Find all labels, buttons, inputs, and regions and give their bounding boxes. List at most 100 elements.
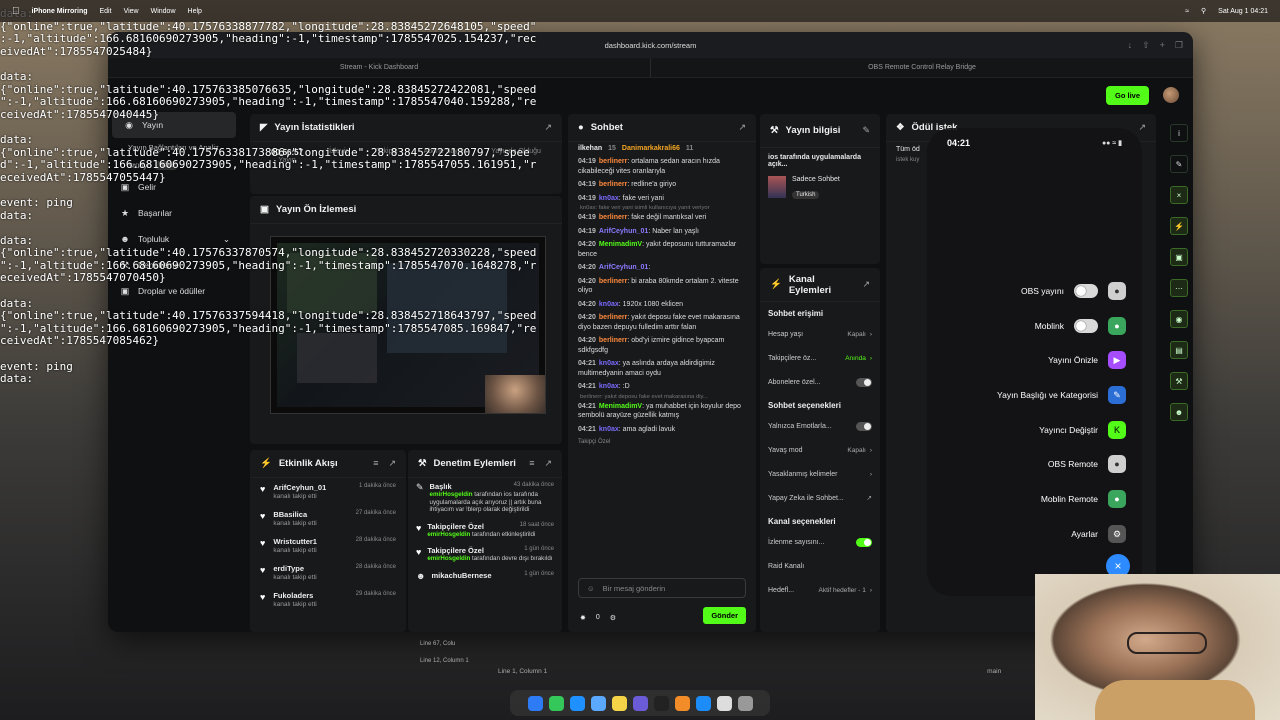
pencil-icon[interactable]: ✎	[1170, 155, 1188, 173]
settings-icon[interactable]: ⚙	[610, 614, 616, 622]
document-icon[interactable]	[716, 695, 732, 711]
message-user[interactable]: kn0ax	[599, 383, 619, 390]
safari-icon[interactable]	[569, 695, 585, 711]
download-icon[interactable]: ↓	[1128, 40, 1133, 51]
banned-words-setting[interactable]: Yasaklanmış kelimeler ›	[760, 462, 880, 486]
watch-time-toggle[interactable]	[856, 537, 872, 547]
share-icon[interactable]: ⇧	[1142, 40, 1150, 51]
sidebar-item-connections[interactable]: Yayın Bağlantıları ve Analiz	[108, 138, 240, 156]
message-user[interactable]: ArifCeyhun_01	[599, 228, 648, 235]
obs-stream-toggle[interactable]	[1074, 284, 1098, 298]
account-age-setting[interactable]: Hesap yaşı Kapalı ›	[760, 322, 880, 346]
wrench-icon[interactable]: ⚒	[1170, 372, 1188, 390]
sidebar-item-achievements[interactable]: ★ Başarılar	[108, 200, 240, 226]
sublime-icon[interactable]	[674, 695, 690, 711]
mail-icon[interactable]	[590, 695, 606, 711]
wifi-icon[interactable]: ≈	[1185, 8, 1189, 15]
tab-kick-dashboard[interactable]: Stream - Kick Dashboard	[108, 58, 650, 77]
stream-preview-video[interactable]	[270, 236, 546, 414]
ai-chat-setting[interactable]: Yapay Zeka ile Sohbet... ↗	[760, 486, 880, 510]
moderator-name[interactable]: emirHosgeldin	[427, 555, 470, 562]
trash-icon[interactable]	[737, 695, 753, 711]
message-user[interactable]: berlinerr	[599, 278, 627, 285]
follower-name[interactable]: Fukoladers	[273, 591, 316, 600]
chat-icon[interactable]: ⋯	[1170, 279, 1188, 297]
sidebar-item-studio[interactable]: Stüdyo Beta	[108, 156, 240, 174]
message-user[interactable]: kn0ax	[599, 195, 619, 202]
follower-name[interactable]: BBasilica	[273, 510, 316, 519]
emote-picker-icon[interactable]: ✸	[580, 614, 586, 622]
filter-icon[interactable]: ≡	[373, 458, 378, 469]
menu-app-name[interactable]: iPhone Mirroring	[32, 8, 88, 15]
new-tab-icon[interactable]: +	[1160, 40, 1165, 51]
subs-only-toggle[interactable]	[856, 377, 872, 387]
layout-icon[interactable]: ▤	[1170, 341, 1188, 359]
menu-item-preview[interactable]: Yayını Önizle ▶	[1048, 351, 1126, 369]
finder-icon[interactable]	[527, 695, 543, 711]
category-name[interactable]: Sadece Sohbet	[792, 176, 840, 183]
top-chatter-name[interactable]: ilkehan	[578, 145, 602, 152]
popout-icon[interactable]: ↗	[388, 458, 396, 469]
menu-item-settings[interactable]: Ayarlar ⚙	[1071, 525, 1126, 543]
sidebar-item-income[interactable]: ▣ Gelir	[108, 174, 240, 200]
follower-name[interactable]: erdiType	[273, 564, 316, 573]
app-store-icon[interactable]	[695, 695, 711, 711]
message-user[interactable]: berlinerr	[599, 181, 627, 188]
send-button[interactable]: Gönder	[703, 607, 746, 624]
moderator-name[interactable]: emirHosgeldin	[430, 491, 473, 498]
message-user[interactable]: MenimadimV	[599, 403, 642, 410]
users-icon[interactable]: ☻	[1170, 403, 1188, 421]
filter-icon[interactable]: ≡	[529, 458, 534, 469]
git-branch[interactable]: main	[987, 668, 1001, 675]
moderator-name[interactable]: emirHosgeldin	[427, 531, 470, 538]
message-user[interactable]: kn0ax	[599, 426, 619, 433]
chat-input[interactable]: ☺ Bir mesaj gönderin	[578, 578, 746, 598]
menu-item-obs-stream[interactable]: OBS yayını ●	[1021, 282, 1126, 300]
apple-icon[interactable]: 	[12, 6, 20, 17]
emotes-only-toggle[interactable]	[856, 421, 872, 431]
edit-icon[interactable]: ✎	[862, 125, 870, 136]
sidebar-item-community[interactable]: ☻ Topluluk ⌄	[108, 226, 240, 252]
notes-icon[interactable]	[611, 695, 627, 711]
avatar[interactable]	[1163, 87, 1179, 103]
goals-setting[interactable]: Hedefl... Aktif hedefler - 1 ›	[760, 578, 880, 602]
url-bar[interactable]: dashboard.kick.com/stream ↓ ⇧ + ❐	[108, 32, 1193, 58]
popout-icon[interactable]: ↗	[862, 279, 870, 290]
follower-name[interactable]: ArifCeyhun_01	[273, 483, 326, 492]
emotes-only-setting[interactable]: Yalnızca Emotlarla...	[760, 414, 880, 438]
popout-icon[interactable]: ↗	[1138, 122, 1146, 133]
menu-edit[interactable]: Edit	[100, 8, 112, 15]
popout-icon[interactable]: ↗	[544, 458, 552, 469]
popout-icon[interactable]: ↗	[544, 122, 552, 133]
top-chatter-name[interactable]: Danimarkakrali66	[622, 145, 680, 152]
message-user[interactable]: berlinerr	[599, 314, 627, 321]
raid-setting[interactable]: Raid Kanalı	[760, 554, 880, 578]
emote-icon[interactable]: ☺	[587, 584, 595, 593]
menu-item-moblin-remote[interactable]: Moblin Remote ●	[1041, 490, 1126, 508]
message-user[interactable]: berlinerr	[599, 214, 627, 221]
moblink-toggle[interactable]	[1074, 319, 1098, 333]
sidebar-item-drops[interactable]: ▣ Droplar ve ödüller	[108, 278, 240, 304]
watch-time-setting[interactable]: İzlenme sayısını...	[760, 530, 880, 554]
message-user[interactable]: berlinerr	[599, 337, 627, 344]
sidebar-item-moderation[interactable]: ⚒ Denetleme	[108, 252, 240, 278]
tab-obs-relay[interactable]: OBS Remote Control Relay Bridge	[650, 58, 1193, 77]
broadcast-icon[interactable]: ◉	[1170, 310, 1188, 328]
obs-icon[interactable]	[653, 695, 669, 711]
menu-help[interactable]: Help	[188, 8, 202, 15]
menu-item-moblink[interactable]: Moblink ●	[1035, 317, 1126, 335]
book-icon[interactable]: ▣	[1170, 248, 1188, 266]
message-user[interactable]: berlinerr	[599, 158, 627, 165]
followers-only-setting[interactable]: Takipçilere öz... Anında ›	[760, 346, 880, 370]
info-icon[interactable]: i	[1170, 124, 1188, 142]
menu-item-obs-remote[interactable]: OBS Remote ●	[1048, 455, 1126, 473]
message-user[interactable]: ArifCeyhun_01	[599, 264, 648, 271]
menu-window[interactable]: Window	[151, 8, 176, 15]
menu-item-switch-streamer[interactable]: Yayıncı Değiştir K	[1039, 421, 1126, 439]
menu-item-title-category[interactable]: Yayın Başlığı ve Kategorisi ✎	[997, 386, 1126, 404]
obsidian-icon[interactable]	[632, 695, 648, 711]
bolt-icon[interactable]: ⚡	[1170, 217, 1188, 235]
popout-icon[interactable]: ↗	[738, 122, 746, 133]
message-user[interactable]: kn0ax	[599, 360, 619, 367]
menu-clock[interactable]: Sat Aug 1 04:21	[1218, 8, 1268, 15]
